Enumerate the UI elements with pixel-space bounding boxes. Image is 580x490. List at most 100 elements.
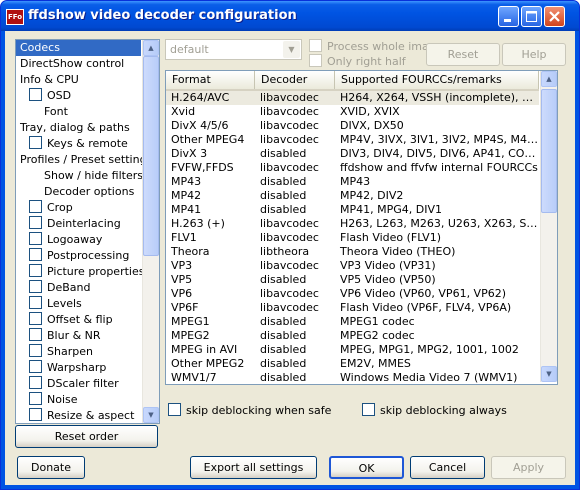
table-row[interactable]: MP41 disabled MP41, MPG4, DIV1 bbox=[166, 203, 539, 217]
tree-item[interactable]: Logoaway bbox=[29, 232, 102, 248]
tree-item-checkbox[interactable] bbox=[29, 296, 42, 309]
codecs-list[interactable]: Format Decoder Supported FOURCCs/remarks… bbox=[165, 70, 558, 385]
column-decoder[interactable]: Decoder bbox=[255, 71, 335, 89]
tree-item[interactable]: Codecs bbox=[16, 40, 141, 56]
tree-item[interactable]: Decoder options bbox=[44, 184, 134, 200]
format-cell: Other MPEG4 bbox=[171, 133, 245, 146]
tree-item[interactable]: OSD bbox=[29, 88, 71, 104]
reset-button[interactable]: Reset bbox=[426, 43, 500, 66]
table-row[interactable]: Other MPEG4 libavcodec MP4V, 3IVX, 3IV1, 3… bbox=[166, 133, 539, 147]
tree-scrollbar[interactable]: ▲ ▼ bbox=[142, 40, 159, 423]
tree-item-checkbox[interactable] bbox=[29, 392, 42, 405]
table-row[interactable]: MP42 disabled MP42, DIV2 bbox=[166, 189, 539, 203]
table-row[interactable]: VP6 libavcodec VP6 Video (VP60, VP61, VP62… bbox=[166, 287, 539, 301]
tree-item-checkbox[interactable] bbox=[29, 136, 42, 149]
tree-item[interactable]: Crop bbox=[29, 200, 73, 216]
cancel-button[interactable]: Cancel bbox=[410, 456, 485, 479]
checkbox-box bbox=[309, 54, 322, 67]
skip-deblocking-when-safe-checkbox[interactable]: skip deblocking when safe bbox=[168, 403, 331, 418]
tree-item-checkbox[interactable] bbox=[29, 280, 42, 293]
tree-item-checkbox[interactable] bbox=[29, 312, 42, 325]
skip-deblocking-always-checkbox[interactable]: skip deblocking always bbox=[362, 403, 507, 418]
table-row[interactable]: H.263 (+) libavcodec H263, L263, M263, U26… bbox=[166, 217, 539, 231]
tree-item[interactable]: DScaler filter bbox=[29, 376, 119, 392]
help-button[interactable]: Help bbox=[502, 43, 566, 66]
format-cell: FVFW,FFDS bbox=[171, 161, 234, 174]
decoder-cell: libavcodec bbox=[260, 133, 319, 146]
only-right-half-checkbox[interactable]: Only right half bbox=[309, 54, 406, 69]
scroll-down-button[interactable]: ▼ bbox=[541, 366, 557, 382]
tree-item-checkbox[interactable] bbox=[29, 360, 42, 373]
codecs-scrollbar[interactable]: ▲ ▼ bbox=[540, 71, 557, 382]
tree-item[interactable]: DeBand bbox=[29, 280, 90, 296]
tree-item[interactable]: Offset & flip bbox=[29, 312, 113, 328]
tree-item[interactable]: Blur & NR bbox=[29, 328, 101, 344]
title-bar[interactable]: FFo ffdshow video decoder configuration bbox=[1, 1, 579, 31]
scroll-up-button[interactable]: ▲ bbox=[541, 71, 557, 87]
tree-item-checkbox[interactable] bbox=[29, 232, 42, 245]
tree-item[interactable]: Show / hide filters bbox=[44, 168, 143, 184]
table-row[interactable]: WMV1/7 disabled Windows Media Video 7 (WMV… bbox=[166, 371, 539, 384]
table-row[interactable]: VP3 libavcodec VP3 Video (VP31) bbox=[166, 259, 539, 273]
table-row[interactable]: VP6F libavcodec Flash Video (VP6F, FLV4, V… bbox=[166, 301, 539, 315]
tree-item[interactable]: Levels bbox=[29, 296, 82, 312]
tree-item-label: Codecs bbox=[20, 41, 60, 54]
close-button[interactable] bbox=[544, 6, 565, 27]
tree-item-checkbox[interactable] bbox=[29, 248, 42, 261]
chevron-down-icon[interactable]: ▼ bbox=[283, 41, 300, 58]
tree-item[interactable]: Warpsharp bbox=[29, 360, 106, 376]
scroll-up-button[interactable]: ▲ bbox=[143, 40, 159, 56]
tree-item-checkbox[interactable] bbox=[29, 216, 42, 229]
tree-item[interactable]: Font bbox=[44, 104, 68, 120]
tree-item-label: OSD bbox=[47, 89, 72, 102]
tree-item-checkbox[interactable] bbox=[29, 376, 42, 389]
table-row[interactable]: Xvid libavcodec XVID, XVIX bbox=[166, 105, 539, 119]
tree-item[interactable]: Keys & remote bbox=[29, 136, 128, 152]
scroll-down-button[interactable]: ▼ bbox=[143, 407, 159, 423]
table-row[interactable]: DivX 3 disabled DIV3, DIV4, DIV5, DIV6, AP… bbox=[166, 147, 539, 161]
apply-button[interactable]: Apply bbox=[491, 456, 566, 479]
table-row[interactable]: Other MPEG2 disabled EM2V, MMES bbox=[166, 357, 539, 371]
reset-order-button[interactable]: Reset order bbox=[15, 425, 158, 448]
tree-item-checkbox[interactable] bbox=[29, 264, 42, 277]
tree-item-checkbox[interactable] bbox=[29, 328, 42, 341]
tree-item-checkbox[interactable] bbox=[29, 200, 42, 213]
tree-item[interactable]: Noise bbox=[29, 392, 78, 408]
tree-item-checkbox[interactable] bbox=[29, 408, 42, 421]
tree-item[interactable]: Info & CPU bbox=[20, 72, 79, 88]
fourcc-cell: MP42, DIV2 bbox=[340, 189, 404, 202]
table-row[interactable]: MPEG in AVI disabled MPEG, MPG1, MPG2, 100… bbox=[166, 343, 539, 357]
table-row[interactable]: FLV1 libavcodec Flash Video (FLV1) bbox=[166, 231, 539, 245]
maximize-button[interactable] bbox=[521, 6, 542, 27]
tree-item[interactable]: DirectShow control bbox=[20, 56, 124, 72]
tree-item[interactable]: Deinterlacing bbox=[29, 216, 121, 232]
table-row[interactable]: Theora libtheora Theora Video (THEO) bbox=[166, 245, 539, 259]
tree-item[interactable]: Picture properties bbox=[29, 264, 144, 280]
table-row[interactable]: DivX 4/5/6 libavcodec DIVX, DX50 bbox=[166, 119, 539, 133]
process-whole-image-checkbox[interactable]: Process whole image bbox=[309, 39, 443, 54]
tree-item[interactable]: Sharpen bbox=[29, 344, 93, 360]
table-row[interactable]: VP5 disabled VP5 Video (VP50) bbox=[166, 273, 539, 287]
tree-item[interactable]: Postprocessing bbox=[29, 248, 129, 264]
scroll-thumb[interactable] bbox=[143, 56, 159, 256]
tree-item-checkbox[interactable] bbox=[29, 88, 42, 101]
donate-button[interactable]: Donate bbox=[17, 456, 85, 479]
column-format[interactable]: Format bbox=[166, 71, 255, 89]
tree-item[interactable]: Resize & aspect bbox=[29, 408, 134, 423]
table-row[interactable]: FVFW,FFDS libavcodec ffdshow and ffvfw int… bbox=[166, 161, 539, 175]
format-cell: MP41 bbox=[171, 203, 202, 216]
minimize-button[interactable] bbox=[498, 6, 519, 27]
ok-button[interactable]: OK bbox=[329, 456, 404, 479]
tree-item[interactable]: Profiles / Preset settings bbox=[20, 152, 152, 168]
tree-item[interactable]: Tray, dialog & paths bbox=[20, 120, 130, 136]
preset-combo[interactable]: default ▼ bbox=[165, 39, 302, 60]
table-row[interactable]: MPEG2 disabled MPEG2 codec bbox=[166, 329, 539, 343]
export-all-settings-button[interactable]: Export all settings bbox=[190, 456, 317, 479]
table-row[interactable]: MPEG1 disabled MPEG1 codec bbox=[166, 315, 539, 329]
tree-item-checkbox[interactable] bbox=[29, 344, 42, 357]
settings-tree[interactable]: Codecs DirectShow control Info & CPU OSD Fon… bbox=[15, 39, 160, 424]
scroll-thumb[interactable] bbox=[541, 89, 557, 213]
column-fourccs[interactable]: Supported FOURCCs/remarks bbox=[335, 71, 539, 89]
table-row[interactable]: H.264/AVC libavcodec H264, X264, VSSH (inc… bbox=[166, 91, 539, 105]
table-row[interactable]: MP43 disabled MP43 bbox=[166, 175, 539, 189]
